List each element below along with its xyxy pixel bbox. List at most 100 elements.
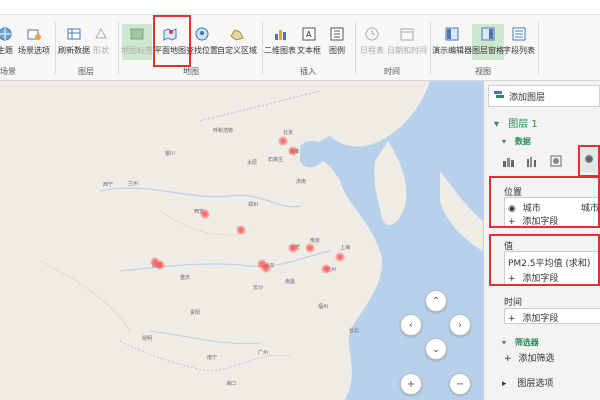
shape-button[interactable]: 形状 xyxy=(90,24,112,60)
heatmap-data-point[interactable] xyxy=(335,252,345,262)
location-field-box: ◉ 城市 城市 + 添加字段 xyxy=(504,197,600,227)
refresh-data-button[interactable]: 刷新数据 xyxy=(58,24,90,60)
heatmap-type-button[interactable] xyxy=(579,148,600,172)
filter-section-header[interactable]: ▾ 筛选器 xyxy=(502,337,539,348)
city-label: 重庆 xyxy=(180,275,191,281)
value-add-field-button[interactable]: + 添加字段 xyxy=(508,271,558,284)
map-labels-icon xyxy=(128,26,146,42)
textbox-icon: A xyxy=(300,26,318,42)
layer-pane-icon xyxy=(479,26,497,42)
city-label: 太原 xyxy=(247,160,258,166)
custom-region-icon xyxy=(228,26,246,42)
map-labels-button[interactable]: 地图标签 xyxy=(121,24,153,60)
time-label: 时间 xyxy=(504,298,523,308)
heatmap-data-point[interactable] xyxy=(155,260,165,270)
collapse-triangle-icon: ▾ xyxy=(502,137,507,146)
group-label-view: 视图 xyxy=(475,67,491,76)
legend-button[interactable]: 图例 xyxy=(326,24,348,60)
city-label: 西宁 xyxy=(103,182,114,188)
group-label-scene: 场景 xyxy=(0,67,16,76)
find-location-icon xyxy=(193,26,211,42)
heatmap-data-point[interactable] xyxy=(261,263,271,273)
chart-2d-button[interactable]: 二维图表 xyxy=(264,24,296,60)
flat-map-button[interactable]: 平面地图 xyxy=(154,24,186,60)
heatmap-icon xyxy=(585,155,593,163)
value-field-box: PM2.5平均值 (求和) + 添加字段 xyxy=(504,251,600,285)
group-label-insert: 插入 xyxy=(300,67,316,76)
find-location-button[interactable]: 查找位置 xyxy=(186,24,218,60)
pan-down-button[interactable]: ⌄ xyxy=(425,338,447,360)
legend-icon xyxy=(328,26,346,42)
location-type-dropdown[interactable]: 城市 xyxy=(581,201,599,214)
clustered-column-icon[interactable] xyxy=(526,155,538,170)
city-label: 台北 xyxy=(349,328,360,334)
city-label: 郑州 xyxy=(248,202,259,208)
city-label: 北京 xyxy=(283,130,294,136)
collapse-triangle-icon: ▾ xyxy=(502,338,507,347)
pan-up-button[interactable]: ⌃ xyxy=(425,290,447,312)
city-label: 昆明 xyxy=(142,336,153,342)
map-basemap xyxy=(0,81,483,400)
city-label: 广州 xyxy=(258,350,269,356)
layer-pane-button[interactable]: 图层窗格 xyxy=(472,24,504,60)
plus-icon: + xyxy=(504,354,512,364)
radio-selected-icon: ◉ xyxy=(508,204,516,214)
ribbon-tabs-bar xyxy=(0,0,600,15)
layer-pane: 添加图层 ▾ 图层 1 ▾ 数据 位置 ◉ 城市 城市 + 添加字段 值 PM2… xyxy=(483,81,600,400)
date-time-button[interactable]: 日期和时间 xyxy=(386,24,428,60)
add-layer-icon xyxy=(493,90,505,103)
scene-options-button[interactable]: 场景选项 xyxy=(18,24,50,60)
clock-icon xyxy=(363,26,381,42)
add-filter-button[interactable]: + 添加筛选 xyxy=(504,351,554,364)
heatmap-data-point[interactable] xyxy=(236,225,246,235)
heatmap-data-point[interactable] xyxy=(278,136,288,146)
heatmap-data-point[interactable] xyxy=(200,209,210,219)
pan-right-button[interactable]: › xyxy=(449,314,471,336)
stacked-column-icon[interactable] xyxy=(502,155,514,170)
layer-header[interactable]: ▾ 图层 1 xyxy=(494,115,538,130)
timeline-button[interactable]: 日程表 xyxy=(358,24,386,60)
add-layer-button[interactable]: 添加图层 xyxy=(488,85,600,107)
shape-icon xyxy=(92,26,110,42)
bar-chart-icon xyxy=(271,26,289,42)
textbox-button[interactable]: A 文本框 xyxy=(296,24,322,60)
heatmap-data-point[interactable] xyxy=(288,243,298,253)
heatmap-data-point[interactable] xyxy=(288,146,298,156)
refresh-icon xyxy=(65,26,83,42)
zoom-in-button[interactable]: + xyxy=(400,373,422,395)
tour-editor-icon xyxy=(443,26,461,42)
location-add-field-button[interactable]: + 添加字段 xyxy=(508,214,558,227)
city-label: 济南 xyxy=(296,179,307,185)
time-add-field-button[interactable]: + 添加字段 xyxy=(508,311,558,324)
group-label-time: 时间 xyxy=(384,67,400,76)
city-label: 呼和浩特 xyxy=(213,128,234,134)
city-label: 南宁 xyxy=(207,355,218,361)
data-section-header[interactable]: ▾ 数据 xyxy=(502,136,531,147)
layer-options-header[interactable]: ▸ 图层选项 xyxy=(502,376,553,389)
zoom-out-button[interactable]: − xyxy=(449,373,471,395)
flat-map-icon xyxy=(161,26,179,42)
pan-left-button[interactable]: ‹ xyxy=(400,314,422,336)
city-label: 兰州 xyxy=(128,181,139,187)
svg-text:A: A xyxy=(306,30,312,39)
bubble-icon[interactable] xyxy=(550,155,562,170)
field-list-button[interactable]: 字段列表 xyxy=(503,24,535,60)
map-canvas[interactable]: 呼和浩特北京天津银川太原石家庄济南兰州西宁西安郑州合肥南京上海成都武汉杭州重庆长… xyxy=(0,81,483,400)
plus-icon: + xyxy=(508,217,516,227)
theme-button[interactable]: 主题 xyxy=(0,24,16,60)
heatmap-data-point[interactable] xyxy=(321,264,331,274)
calendar-icon xyxy=(398,26,416,42)
plus-icon: + xyxy=(508,274,516,284)
field-list-icon xyxy=(510,26,528,42)
city-label: 海口 xyxy=(226,381,237,387)
heatmap-data-point[interactable] xyxy=(305,243,315,253)
city-label: 福州 xyxy=(318,304,329,310)
location-field-row[interactable]: ◉ 城市 xyxy=(508,201,541,214)
city-label: 石家庄 xyxy=(268,157,284,163)
value-field-item[interactable]: PM2.5平均值 (求和) xyxy=(508,256,590,269)
group-label-map: 地图 xyxy=(183,67,199,76)
time-field-box[interactable]: + 添加字段 xyxy=(504,308,600,324)
expand-triangle-icon: ▸ xyxy=(502,379,507,389)
tour-editor-button[interactable]: 演示编辑器 xyxy=(432,24,472,60)
custom-region-button[interactable]: 自定义区域 xyxy=(216,24,258,60)
